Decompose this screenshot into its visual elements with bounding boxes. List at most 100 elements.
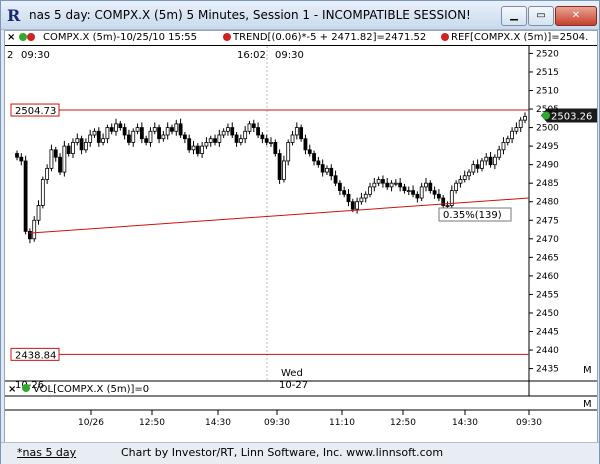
candle (333, 175, 338, 184)
vol-close-icon[interactable]: × (8, 384, 16, 395)
candle (419, 186, 424, 199)
candle (118, 123, 123, 128)
candle (28, 230, 32, 240)
candle (238, 138, 243, 143)
minimize-button[interactable]: ▁ (501, 6, 527, 26)
price-axis-label: 2440 (536, 346, 559, 356)
candle (234, 134, 239, 143)
candle (88, 134, 93, 143)
candle (53, 149, 58, 158)
vol-panel-marker[interactable]: M (583, 399, 592, 410)
price-axis: 2520 2515 2510 2505 2500 2495 2490 2485 2480 2475… (529, 49, 559, 375)
panel-marker[interactable]: M (583, 365, 592, 376)
candle (161, 134, 166, 140)
candle (505, 138, 510, 143)
candle (393, 182, 398, 185)
price-axis-label: 2460 (536, 272, 559, 282)
candle (178, 123, 183, 136)
candle (49, 149, 54, 169)
candle (58, 156, 62, 173)
chart-tab[interactable]: *nas 5 day (17, 443, 76, 463)
time-axis: 10/26 12:50 14:30 09:30 11:10 12:50 14:30 09:30 (78, 410, 542, 428)
candle (277, 153, 282, 180)
candle (286, 142, 291, 162)
candle (36, 205, 41, 221)
candle (260, 134, 265, 140)
top-time-label: 16:02 (237, 50, 266, 61)
time-axis-label: 09:30 (264, 418, 290, 428)
candle (204, 142, 209, 147)
candle (294, 127, 299, 136)
candle (23, 160, 28, 232)
candle (251, 123, 256, 128)
red-dot-icon (27, 33, 35, 41)
ref-toggle[interactable] (441, 31, 449, 45)
candle (114, 123, 118, 132)
candle (406, 190, 411, 193)
candle (217, 134, 222, 143)
trend-label[interactable]: TREND[(0.06)*-5 + 2471.82]=2471.52 (233, 31, 426, 45)
maximize-button[interactable]: ▭ (528, 6, 554, 26)
price-axis-label: 2470 (536, 235, 559, 245)
candle (191, 145, 196, 151)
chart-legend: × COMPX.X (5m)-10/25/10 15:55 TREND[(0.0… (5, 31, 597, 46)
vol-label[interactable]: VOL[COMPX.X (5m)]=0 (33, 384, 149, 395)
price-axis-label: 2455 (536, 290, 559, 300)
time-axis-label: 12:50 (139, 418, 165, 428)
candle (381, 179, 385, 184)
candle (316, 160, 321, 166)
candle (299, 127, 304, 140)
candle (428, 182, 433, 192)
candle (139, 127, 144, 140)
candle (484, 156, 489, 162)
time-axis-label: 09:30 (516, 418, 542, 428)
candle (200, 145, 205, 154)
series-label[interactable]: COMPX.X (5m)-10/25/10 15:55 (43, 31, 197, 45)
candle (66, 145, 71, 154)
candle (187, 138, 192, 151)
price-chart[interactable]: 2 09:30 16:02 09:30 2504.73 2438.84 0.35… (5, 46, 597, 443)
price-axis-label: 2435 (536, 365, 559, 375)
candle (195, 145, 200, 154)
candle (213, 138, 217, 143)
candle (256, 127, 260, 136)
time-axis-label: 14:30 (205, 418, 231, 428)
series-toggle[interactable] (19, 31, 35, 45)
candle (342, 190, 347, 195)
candle (122, 127, 127, 136)
candle (359, 197, 364, 203)
status-bar: *nas 5 day Chart by Investor/RT, Linn So… (1, 442, 599, 464)
day-name-label: Wed (281, 368, 303, 379)
candle (131, 130, 136, 143)
candle (170, 127, 174, 132)
candle (424, 182, 428, 188)
candle (368, 186, 372, 195)
candle (269, 142, 273, 144)
candle (492, 156, 497, 166)
candle (243, 130, 248, 140)
time-axis-label: 11:10 (329, 418, 355, 428)
price-axis-label: 2485 (536, 179, 559, 189)
close-button[interactable]: ✕ (555, 6, 597, 26)
price-axis-label: 2445 (536, 328, 559, 338)
title-bar[interactable]: R nas 5 day: COMPX.X (5m) 5 Minutes, Ses… (1, 1, 599, 30)
candle (221, 130, 226, 136)
green-dot-icon (19, 33, 27, 41)
candle (337, 182, 342, 192)
candle (432, 190, 437, 195)
candle (514, 127, 519, 132)
credit-text: Chart by Investor/RT, Linn Software, Inc… (121, 446, 444, 459)
candle (264, 138, 269, 143)
candle (135, 127, 140, 132)
candle (109, 127, 114, 132)
candle (475, 164, 480, 169)
red-dot-icon (441, 33, 449, 41)
candle (445, 205, 450, 207)
candle (346, 193, 351, 203)
trend-toggle[interactable] (223, 31, 231, 45)
candle (15, 153, 19, 158)
candle (101, 138, 106, 143)
price-axis-label: 2510 (536, 86, 559, 96)
close-chart-icon[interactable]: × (7, 31, 15, 45)
ref-label[interactable]: REF[COMPX.X (5m)]=2504. (451, 31, 588, 45)
